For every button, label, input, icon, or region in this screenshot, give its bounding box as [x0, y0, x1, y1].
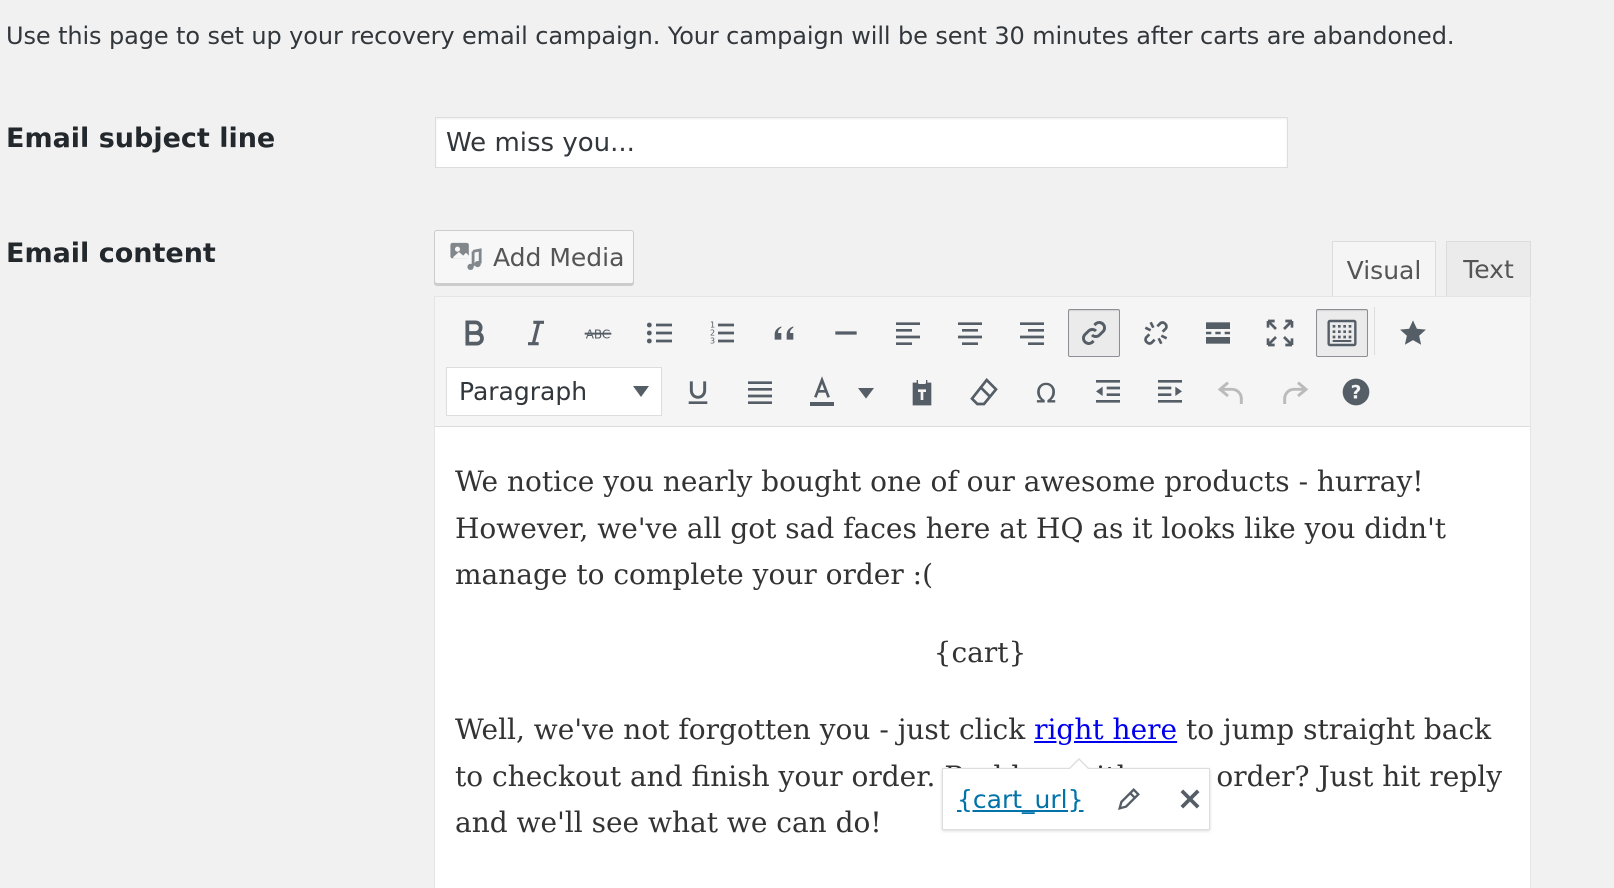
indent-button[interactable]: [1144, 368, 1196, 416]
add-media-label: Add Media: [493, 242, 625, 272]
format-select-value: Paragraph: [459, 377, 588, 406]
star-icon: [1400, 320, 1426, 345]
indent-icon: [1158, 380, 1182, 403]
cart-placeholder: {cart}: [933, 635, 1027, 669]
insert-link-button[interactable]: [1068, 309, 1120, 357]
editor-toolbar: ABC 123 Paragraph Ω ?: [435, 297, 1530, 427]
link-popup: {cart_url}: [942, 758, 1210, 830]
paste-as-text-button[interactable]: [896, 368, 948, 416]
toolbar-separator: [1374, 307, 1375, 355]
edit-link-button[interactable]: [1109, 779, 1148, 819]
fullscreen-icon: [1266, 319, 1294, 347]
align-right-button[interactable]: [1006, 309, 1058, 357]
content-label: Email content: [6, 238, 216, 269]
add-media-button[interactable]: Add Media: [434, 230, 634, 284]
format-select[interactable]: Paragraph: [446, 367, 662, 416]
campaign-settings-page: Use this page to set up your recovery em…: [0, 0, 1614, 888]
italic-button[interactable]: [510, 309, 562, 357]
undo-icon: [1217, 381, 1243, 404]
tab-visual[interactable]: Visual: [1332, 241, 1436, 299]
tab-text[interactable]: Text: [1446, 241, 1531, 297]
help-icon: ?: [1342, 378, 1370, 406]
toolbar-toggle-icon: [1327, 319, 1357, 347]
strikethrough-icon: ABC: [584, 327, 612, 341]
remove-link-button[interactable]: [1130, 309, 1182, 357]
align-center-icon: [958, 322, 982, 345]
clear-formatting-button[interactable]: [958, 368, 1010, 416]
strikethrough-button[interactable]: ABC: [572, 309, 624, 357]
text-color-icon: [810, 376, 834, 406]
blockquote-icon: [774, 326, 794, 340]
fullscreen-button[interactable]: [1254, 309, 1306, 357]
paste-as-text-icon: [912, 378, 932, 406]
redo-icon: [1283, 381, 1309, 404]
numbered-list-button[interactable]: 123: [696, 309, 748, 357]
close-icon: [1180, 789, 1200, 809]
help-button[interactable]: ?: [1330, 368, 1382, 416]
toolbar-toggle-button[interactable]: [1316, 309, 1368, 357]
pencil-icon: [1117, 788, 1140, 810]
bulleted-list-button[interactable]: [634, 309, 686, 357]
chevron-down-icon: [633, 386, 649, 397]
italic-icon: [528, 320, 544, 346]
subject-input[interactable]: [435, 117, 1288, 168]
align-left-icon: [896, 322, 920, 345]
blockquote-button[interactable]: [758, 309, 810, 357]
clear-formatting-icon: [970, 377, 998, 406]
chevron-down-icon: [858, 388, 874, 399]
svg-text:3: 3: [710, 337, 715, 346]
link-popup-url[interactable]: {cart_url}: [957, 785, 1093, 814]
read-more-button[interactable]: [1192, 309, 1244, 357]
redo-button[interactable]: [1268, 368, 1320, 416]
remove-link-popup-button[interactable]: [1170, 779, 1209, 819]
text-color-button[interactable]: [796, 368, 848, 416]
undo-button[interactable]: [1206, 368, 1258, 416]
star-button[interactable]: [1387, 309, 1439, 357]
svg-text:Ω: Ω: [1036, 379, 1056, 408]
horizontal-line-icon: [835, 331, 857, 335]
horizontal-line-button[interactable]: [820, 309, 872, 357]
outdent-button[interactable]: [1082, 368, 1134, 416]
intro-text: Use this page to set up your recovery em…: [6, 22, 1455, 50]
cart-link[interactable]: right here: [1034, 713, 1177, 746]
underline-icon: [688, 381, 708, 404]
read-more-icon: [1206, 322, 1230, 344]
numbered-list-icon: 123: [710, 321, 734, 346]
body-text: Well, we've not forgotten you - just cli…: [455, 713, 1035, 746]
subject-label: Email subject line: [6, 123, 276, 154]
insert-link-icon: [1082, 321, 1106, 345]
outdent-icon: [1096, 380, 1120, 403]
svg-text:?: ?: [1351, 383, 1362, 404]
remove-link-icon: [1144, 321, 1168, 345]
bold-button[interactable]: [448, 309, 500, 357]
align-right-icon: [1020, 322, 1044, 345]
bold-icon: [465, 320, 484, 346]
special-character-button[interactable]: Ω: [1020, 368, 1072, 416]
special-character-icon: Ω: [1036, 379, 1056, 408]
bulleted-list-icon: [646, 322, 672, 344]
text-color-dropdown[interactable]: [849, 368, 883, 416]
align-left-button[interactable]: [882, 309, 934, 357]
add-media-icon: [450, 242, 482, 271]
align-center-button[interactable]: [944, 309, 996, 357]
justify-icon: [748, 381, 772, 404]
body-paragraph: We notice you nearly bought one of our a…: [455, 465, 1447, 591]
justify-button[interactable]: [734, 368, 786, 416]
underline-button[interactable]: [672, 368, 724, 416]
